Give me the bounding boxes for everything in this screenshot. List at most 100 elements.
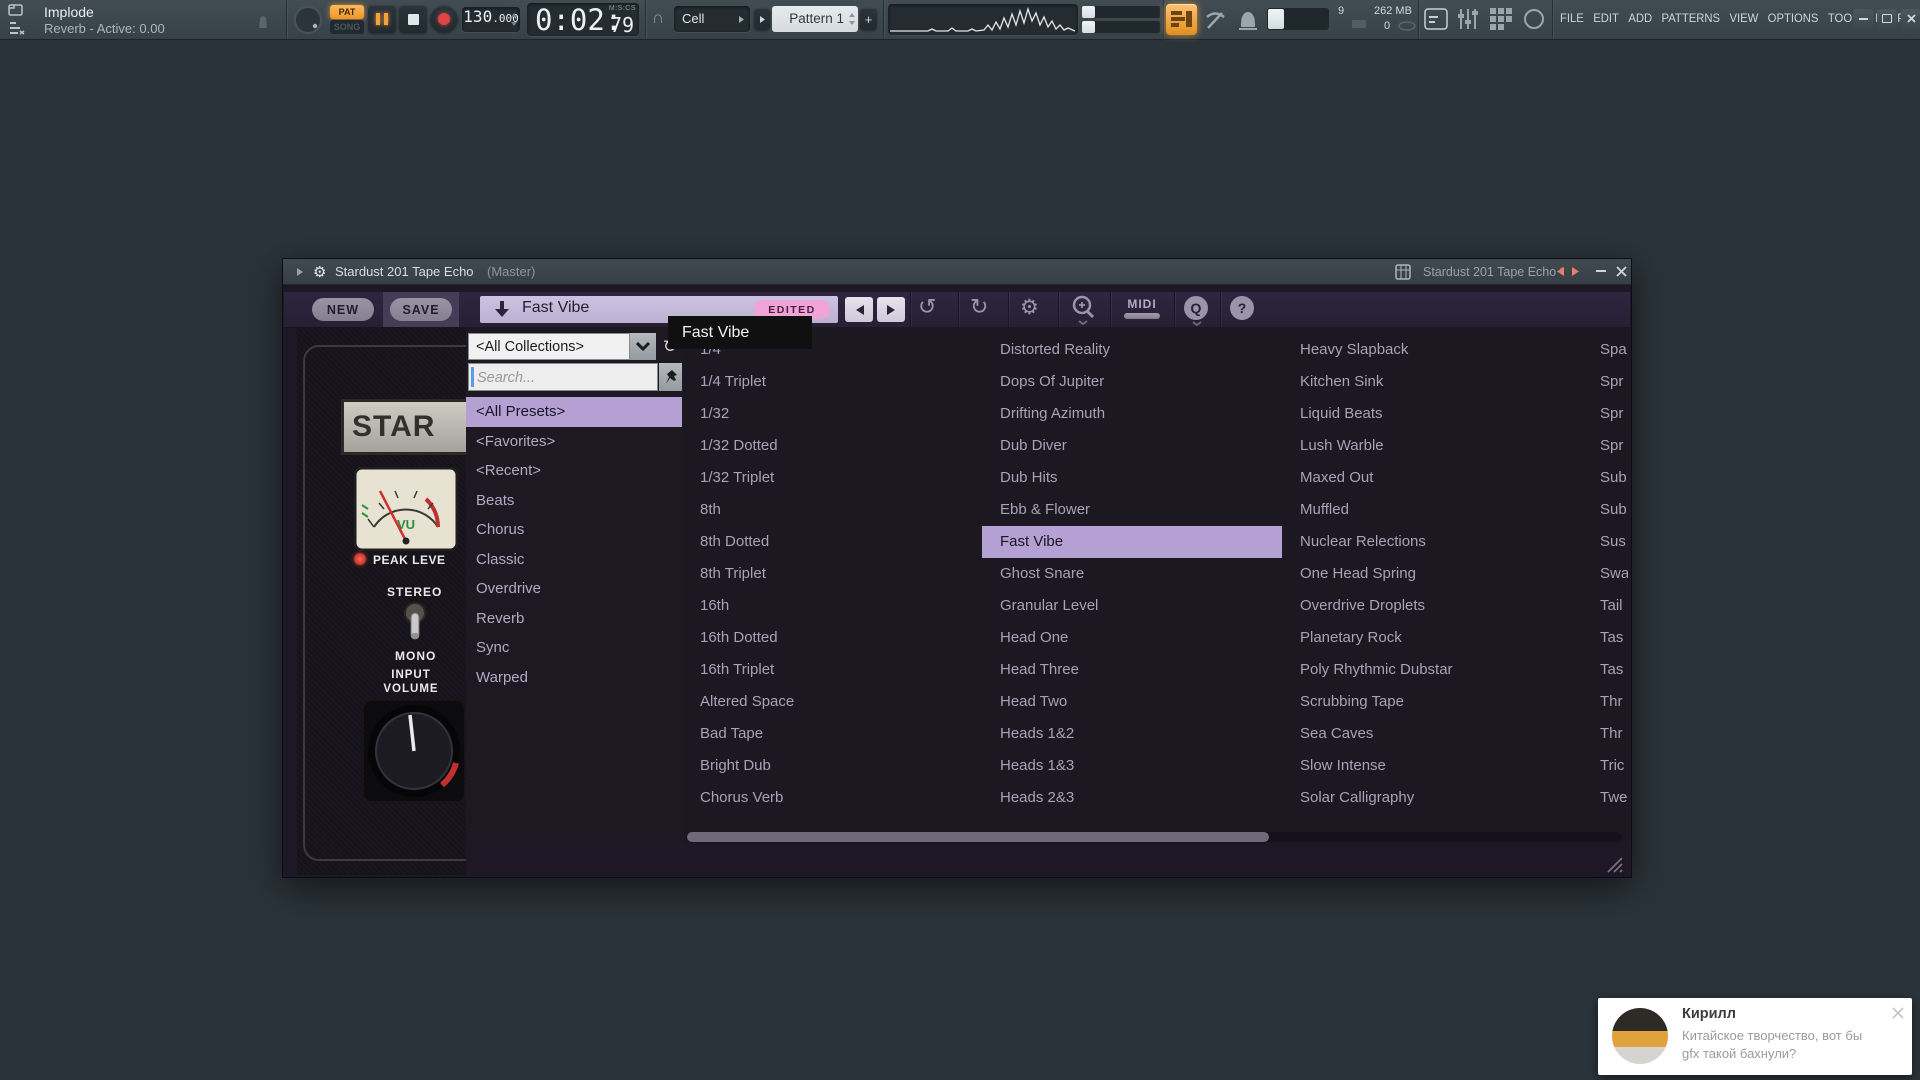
- preset-item[interactable]: Bad Tape: [682, 718, 982, 750]
- category-item[interactable]: <Favorites>: [466, 427, 682, 457]
- app-minimize-button[interactable]: [1853, 9, 1873, 28]
- preset-item[interactable]: Distorted Reality: [982, 334, 1282, 366]
- pat-mode-button[interactable]: PAT: [330, 5, 364, 19]
- preset-item[interactable]: 16th Triplet: [682, 654, 982, 686]
- preset-item[interactable]: Sea Caves: [1282, 718, 1582, 750]
- search-input[interactable]: [475, 364, 655, 392]
- preset-item[interactable]: 1/32: [682, 398, 982, 430]
- preset-item[interactable]: Ebb & Flower: [982, 494, 1282, 526]
- preset-item[interactable]: Poly Rhythmic Dubstar: [1282, 654, 1582, 686]
- category-item[interactable]: Beats: [466, 486, 682, 516]
- preset-item[interactable]: Fast Vibe: [982, 526, 1282, 558]
- plugin-close-icon[interactable]: [1616, 266, 1627, 277]
- preset-item[interactable]: 8th: [682, 494, 982, 526]
- preset-next-icon[interactable]: [1571, 266, 1581, 277]
- notification-card[interactable]: Кирилл Китайское творчество, вот бы gfx …: [1598, 998, 1912, 1075]
- pat-song-toggle[interactable]: PAT SONG: [330, 5, 364, 34]
- preset-item[interactable]: Planetary Rock: [1282, 622, 1582, 654]
- preset-item[interactable]: Granular Level: [982, 590, 1282, 622]
- settings-gear-icon[interactable]: ⚙: [1020, 295, 1039, 320]
- collections-dropdown-button[interactable]: [630, 333, 656, 360]
- preset-item[interactable]: Head Three: [982, 654, 1282, 686]
- category-item[interactable]: Reverb: [466, 604, 682, 634]
- resize-grip[interactable]: [1605, 855, 1623, 873]
- loop-record-icon[interactable]: ∩: [652, 8, 664, 28]
- preset-item[interactable]: Swa: [1582, 558, 1628, 590]
- time-display[interactable]: 0:02: 79 M:S:CS: [527, 3, 639, 36]
- metronome-button[interactable]: [1233, 4, 1263, 35]
- pattern-add-button[interactable]: +: [860, 8, 877, 30]
- preset-item[interactable]: Overdrive Droplets: [1282, 590, 1582, 622]
- pin-button[interactable]: [659, 363, 682, 391]
- menu-item[interactable]: ADD: [1628, 11, 1652, 25]
- mixer-icon[interactable]: [1456, 6, 1480, 32]
- preset-item[interactable]: Spr: [1582, 398, 1628, 430]
- preset-item[interactable]: Muffled: [1282, 494, 1582, 526]
- app-close-button[interactable]: [1901, 9, 1920, 28]
- preset-item[interactable]: Liquid Beats: [1282, 398, 1582, 430]
- master-pitch-slider[interactable]: [1082, 6, 1160, 18]
- preset-item[interactable]: Thr: [1582, 686, 1628, 718]
- playlist-button[interactable]: [1166, 4, 1197, 35]
- detach-grid-icon[interactable]: [1395, 264, 1411, 280]
- preset-item[interactable]: 1/32 Dotted: [682, 430, 982, 462]
- category-item[interactable]: Warped: [466, 663, 682, 693]
- master-pitch-handle[interactable]: [1082, 6, 1095, 18]
- category-item[interactable]: Chorus: [466, 515, 682, 545]
- category-item[interactable]: <Recent>: [466, 456, 682, 486]
- pattern-selector[interactable]: Pattern 1: [772, 6, 858, 32]
- quick-link-button[interactable]: Q: [1184, 296, 1208, 320]
- preset-item[interactable]: Heads 2&3: [982, 782, 1282, 814]
- preset-item[interactable]: 1/4 Triplet: [682, 366, 982, 398]
- preset-item[interactable]: Sus: [1582, 526, 1628, 558]
- master-volume-slider[interactable]: [1082, 21, 1160, 33]
- play-pause-button[interactable]: [368, 5, 396, 33]
- menu-item[interactable]: OPTIONS: [1768, 11, 1819, 25]
- midi-button[interactable]: MIDI: [1120, 297, 1164, 311]
- preset-item[interactable]: Heavy Slapback: [1282, 334, 1582, 366]
- preset-item[interactable]: Kitchen Sink: [1282, 366, 1582, 398]
- preset-item[interactable]: Heads 1&3: [982, 750, 1282, 782]
- preset-item[interactable]: Tric: [1582, 750, 1628, 782]
- tempo-display[interactable]: 130.000: [462, 7, 520, 32]
- preset-item[interactable]: Spa: [1582, 334, 1628, 366]
- category-item[interactable]: Classic: [466, 545, 682, 575]
- preset-item[interactable]: Spr: [1582, 430, 1628, 462]
- preset-item[interactable]: Tas: [1582, 654, 1628, 686]
- plugin-minimize-icon[interactable]: [1596, 270, 1606, 272]
- horizontal-scrollbar[interactable]: [686, 832, 1622, 842]
- tooltip-panel-icon[interactable]: [1424, 8, 1448, 30]
- preset-next-button[interactable]: [877, 297, 905, 322]
- master-volume-handle[interactable]: [1082, 21, 1095, 33]
- preset-item[interactable]: 8th Triplet: [682, 558, 982, 590]
- save-preset-button[interactable]: SAVE: [390, 298, 452, 321]
- category-item[interactable]: Overdrive: [466, 574, 682, 604]
- browser-grid-icon[interactable]: [1488, 6, 1514, 32]
- collapse-arrow-icon[interactable]: [296, 267, 304, 277]
- help-button[interactable]: ?: [1230, 296, 1254, 320]
- preset-item[interactable]: 8th Dotted: [682, 526, 982, 558]
- oscilloscope[interactable]: [888, 4, 1078, 35]
- tempo-spinner[interactable]: [510, 12, 518, 27]
- preset-item[interactable]: Chorus Verb: [682, 782, 982, 814]
- menu-item[interactable]: PATTERNS: [1662, 11, 1721, 25]
- preset-item[interactable]: Thr: [1582, 718, 1628, 750]
- category-item[interactable]: <All Presets>: [466, 397, 682, 427]
- preset-item[interactable]: 16th: [682, 590, 982, 622]
- search-field[interactable]: [468, 363, 658, 391]
- preset-item[interactable]: 16th Dotted: [682, 622, 982, 654]
- menu-item[interactable]: FILE: [1560, 11, 1584, 25]
- record-button[interactable]: [430, 5, 458, 33]
- preset-item[interactable]: Dub Hits: [982, 462, 1282, 494]
- preset-item[interactable]: Lush Warble: [1282, 430, 1582, 462]
- preset-item[interactable]: Drifting Azimuth: [982, 398, 1282, 430]
- new-preset-button[interactable]: NEW: [312, 298, 374, 321]
- preset-item[interactable]: Sub: [1582, 494, 1628, 526]
- preset-item[interactable]: Tas: [1582, 622, 1628, 654]
- main-volume-knob[interactable]: [292, 4, 324, 36]
- song-mode-button[interactable]: SONG: [330, 20, 364, 34]
- shuffle-handle[interactable]: [1268, 9, 1284, 29]
- scrollbar-thumb[interactable]: [687, 832, 1269, 842]
- shuffle-slider[interactable]: [1267, 8, 1329, 30]
- pattern-spinner[interactable]: [848, 11, 856, 27]
